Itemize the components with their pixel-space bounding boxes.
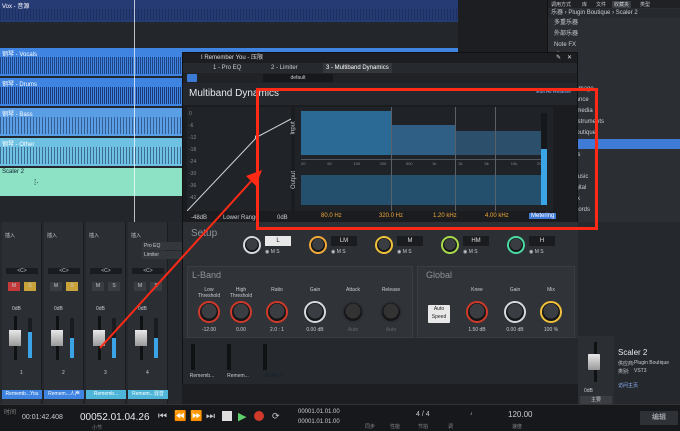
annotation-arrow	[99, 170, 262, 349]
